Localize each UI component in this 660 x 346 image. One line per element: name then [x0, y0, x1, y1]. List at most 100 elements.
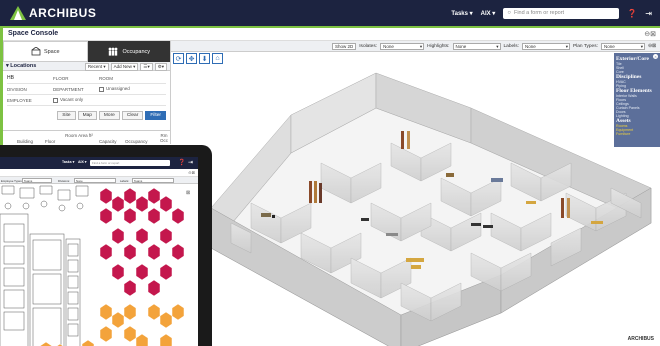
window-tools-icon[interactable]: ⊖⊠ — [648, 44, 656, 49]
legend-group-disciplines[interactable]: Disciplines HVAC Piping — [616, 74, 658, 88]
occupied-seats — [99, 187, 185, 297]
brand-name: ARCHIBUS — [29, 6, 97, 20]
plan-types-label: Plan Types: — [572, 43, 598, 49]
checkbox-box — [53, 97, 58, 103]
form-row-location: HB FLOOR ROOM — [7, 73, 166, 84]
tablet-drawing-toolbar: Employee Types: Teams Divisions: None La… — [0, 177, 198, 184]
site-button[interactable]: Site — [57, 111, 76, 120]
space-icon — [31, 47, 41, 56]
map-button[interactable]: Map — [77, 111, 97, 120]
tablet-top-bar: Tasks ▾ AIX ▾ Find a form or report ❓ ⇥ — [0, 157, 198, 169]
help-icon[interactable]: ❓ — [178, 159, 185, 166]
available-seats — [39, 303, 185, 346]
tablet-console-bar: ⊖⊠ — [0, 169, 198, 177]
filter-panel: Space Occupancy ▾ Locations Recent ▾ Add… — [3, 41, 171, 144]
labels-label: Labels: — [120, 178, 130, 183]
tablet-device-frame: Tasks ▾ AIX ▾ Find a form or report ❓ ⇥ … — [0, 145, 212, 346]
vacant-only-checkbox[interactable]: Vacant only — [53, 97, 113, 103]
viewer-toolbar: Show 2D Isolates: None Highlights: None … — [171, 41, 660, 52]
home-icon[interactable]: ⌂ — [212, 53, 223, 64]
divisions-label: Divisions: — [58, 178, 70, 183]
col-capacity[interactable]: Capacity — [99, 139, 117, 144]
highlights-select[interactable]: None — [452, 42, 501, 50]
mode-tabs: Space Occupancy — [3, 41, 170, 62]
filter-buttons: Site Map More Clear Filter — [3, 108, 170, 123]
unassigned-label: Unassigned — [106, 86, 130, 92]
col-floor[interactable]: Floor — [45, 139, 55, 144]
building-field[interactable]: HB — [7, 75, 53, 81]
form-row-employee: EMPLOYEE Vacant only — [7, 95, 166, 106]
tablet-search-input[interactable]: Find a form or report — [90, 160, 170, 166]
tasks-menu[interactable]: Tasks ▾ — [451, 10, 472, 17]
window-tools-icon[interactable]: ⊖⊠ — [188, 170, 195, 175]
floor-plan-drawing[interactable]: ⊠ — [0, 184, 198, 346]
show-2d-button[interactable]: Show 2D — [331, 42, 357, 50]
room-field[interactable]: ROOM — [99, 76, 145, 81]
search-placeholder: Find a form or report — [513, 10, 565, 16]
3d-building-viewer[interactable]: ⟳ ✥ ⬇ ⌂ — [171, 53, 660, 346]
col-room-area[interactable]: Room Area ft² — [63, 133, 95, 138]
sign-out-icon[interactable]: ⇥ — [188, 159, 193, 166]
close-icon[interactable]: × — [653, 54, 658, 59]
plan-types-select[interactable]: None — [600, 42, 645, 50]
locations-title: Locations — [10, 63, 37, 69]
floor-field[interactable]: FLOOR — [53, 76, 99, 81]
department-field[interactable]: DEPARTMENT — [53, 87, 99, 92]
room-outlines — [0, 185, 89, 346]
labels-select[interactable]: Teams — [132, 178, 174, 183]
employee-field[interactable]: EMPLOYEE — [7, 98, 53, 103]
add-new-button[interactable]: Add New ▾ — [110, 63, 139, 71]
tab-space[interactable]: Space — [3, 41, 88, 62]
employee-types-select[interactable]: Teams — [22, 178, 52, 183]
legend-group-floor-elements[interactable]: Floor Elements Interior Walls Floors Cei… — [616, 88, 658, 118]
isolates-select[interactable]: None — [380, 42, 425, 50]
col-room-occ[interactable]: Rm Occ — [158, 133, 170, 143]
footer-brand: ARCHIBUS — [627, 336, 654, 342]
aix-menu[interactable]: AIX ▾ — [481, 10, 496, 17]
form-row-org: DIVISION DEPARTMENT Unassigned — [7, 84, 166, 95]
tablet-screen: Tasks ▾ AIX ▾ Find a form or report ❓ ⇥ … — [0, 157, 198, 346]
results-column-headers: Building Floor Room Area ft² Capacity Oc… — [3, 130, 171, 144]
sign-out-icon[interactable]: ⇥ — [645, 9, 652, 18]
legend-group-exterior[interactable]: Exterior/Core Tile Shell Core — [616, 56, 658, 74]
drawing-close-icon[interactable]: ⊠ — [186, 190, 190, 196]
employee-types-label: Employee Types: — [1, 178, 23, 183]
col-occupancy[interactable]: Occupancy — [125, 139, 148, 144]
tab-occupancy-label: Occupancy — [122, 48, 150, 55]
layer-legend-panel: × Exterior/Core Tile Shell Core Discipli… — [614, 53, 660, 147]
clear-button[interactable]: Clear — [121, 111, 144, 120]
col-building[interactable]: Building — [17, 139, 33, 144]
rotate-icon[interactable]: ⟳ — [173, 53, 184, 64]
labels-label: Labels: — [503, 43, 519, 49]
locations-section-header[interactable]: ▾ Locations Recent ▾ Add New ▾ ☰▾ ⚙▾ — [3, 62, 170, 71]
zoom-down-icon[interactable]: ⬇ — [199, 53, 210, 64]
people-icon — [109, 47, 118, 56]
isolates-label: Isolates: — [359, 43, 378, 49]
unassigned-checkbox[interactable]: Unassigned — [99, 86, 159, 92]
search-input[interactable]: ○ Find a form or report — [503, 7, 620, 19]
archibus-logo[interactable]: ARCHIBUS — [10, 6, 96, 20]
legend-group-assets[interactable]: Assets Rooms Equipment Furniture — [616, 118, 658, 136]
page-title: Space Console — [8, 30, 59, 37]
tablet-tasks-menu[interactable]: Tasks ▾ — [62, 160, 74, 164]
export-icon[interactable]: ☰▾ — [140, 63, 153, 71]
tablet-aix-menu[interactable]: AIX ▾ — [78, 160, 87, 164]
pan-icon[interactable]: ✥ — [186, 53, 197, 64]
search-icon: ○ — [507, 10, 511, 16]
more-button[interactable]: More — [98, 111, 120, 120]
top-navigation-bar: ARCHIBUS Tasks ▾ AIX ▾ ○ Find a form or … — [0, 0, 660, 26]
labels-select[interactable]: None — [521, 42, 570, 50]
highlights-label: Highlights: — [427, 43, 450, 49]
locations-form: HB FLOOR ROOM DIVISION DEPARTMENT Unassi… — [3, 71, 170, 108]
help-icon[interactable]: ❓ — [627, 9, 637, 18]
vacant-only-label: Vacant only — [60, 97, 84, 103]
gear-icon[interactable]: ⚙▾ — [154, 63, 167, 71]
division-field[interactable]: DIVISION — [7, 87, 53, 92]
recent-button[interactable]: Recent ▾ — [84, 63, 109, 71]
filter-button[interactable]: Filter — [145, 111, 166, 120]
window-tools-icon[interactable]: ⊖⊠ — [644, 30, 656, 38]
divisions-select[interactable]: None — [74, 178, 116, 183]
tab-occupancy[interactable]: Occupancy — [87, 41, 170, 62]
archibus-logo-icon — [10, 6, 26, 20]
legend-item[interactable]: Furniture — [616, 132, 658, 136]
